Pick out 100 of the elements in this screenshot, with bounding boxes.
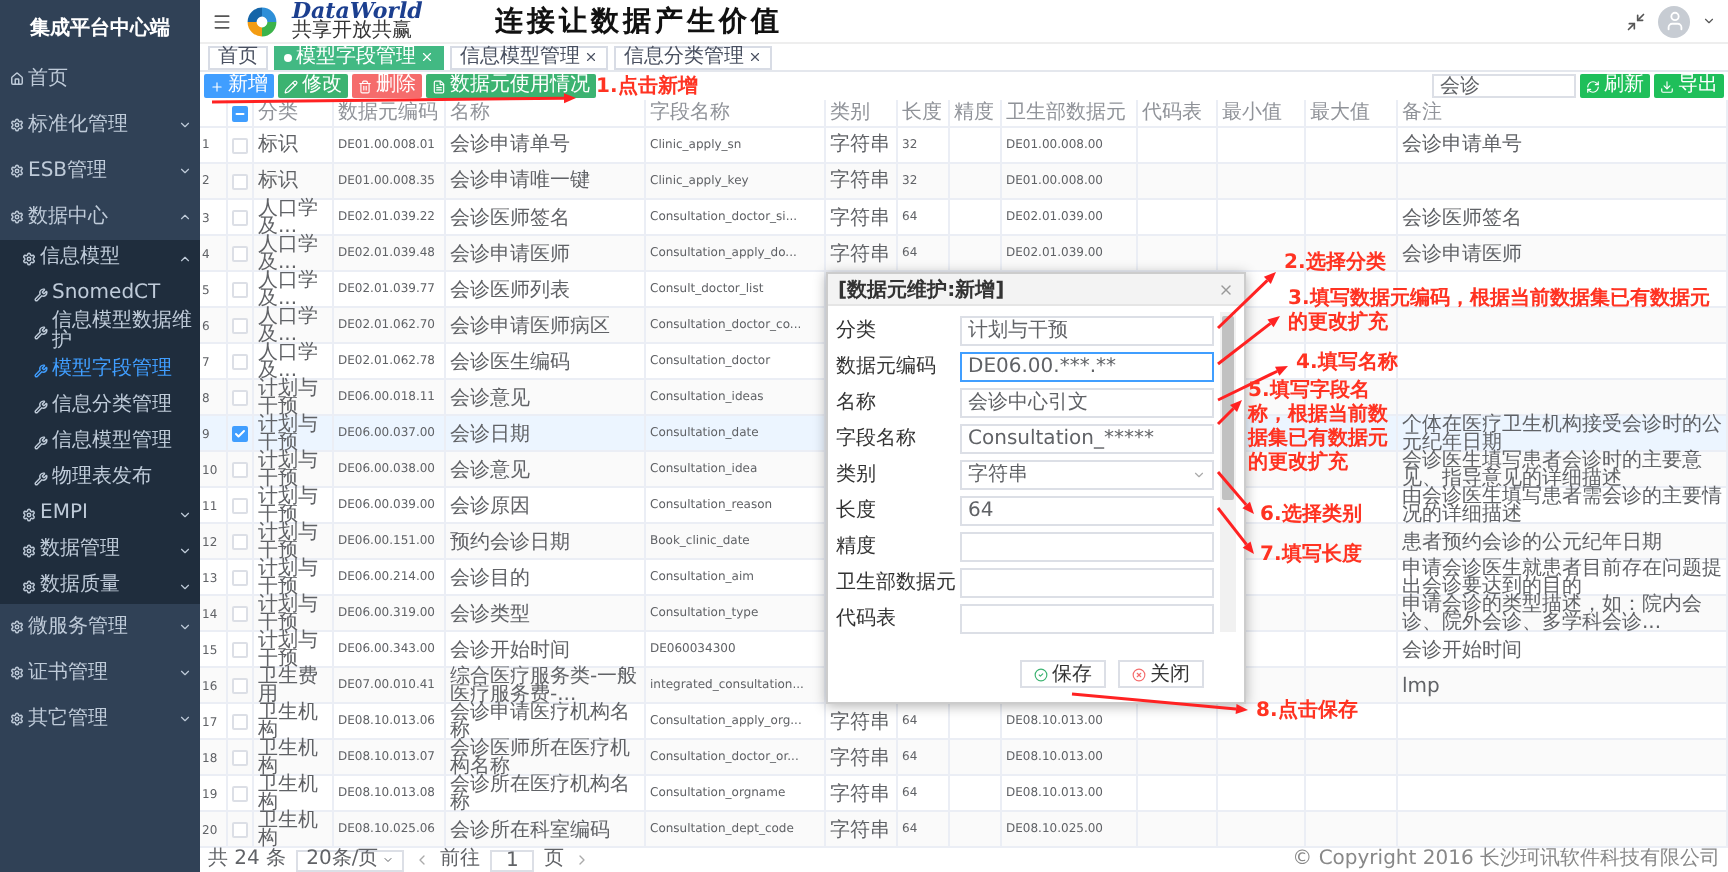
- arrow: [1216, 471, 1254, 514]
- refresh-icon: [1586, 79, 1600, 93]
- sidebar-item[interactable]: 信息分类管理: [0, 388, 200, 424]
- sidebar-item[interactable]: EMPI: [0, 496, 200, 532]
- sidebar-item[interactable]: 首页: [0, 56, 200, 102]
- close-button[interactable]: 关闭: [1118, 660, 1204, 688]
- table-cell: 字符串: [826, 128, 898, 162]
- goto-label: 前往: [440, 848, 481, 872]
- sidebar-item[interactable]: SnomedCT: [0, 276, 200, 312]
- total-count: 共 24 条: [208, 848, 287, 872]
- column-header: 最小值: [1218, 100, 1306, 126]
- close-icon[interactable]: [584, 50, 598, 64]
- gear-icon: [10, 164, 24, 178]
- sidebar-item[interactable]: 数据中心: [0, 194, 200, 240]
- field-label: 名称: [836, 390, 878, 416]
- field-label: 卫生部数据元: [836, 569, 958, 596]
- wrench-icon: [34, 399, 48, 413]
- minus-icon: [234, 107, 246, 119]
- sidebar-item[interactable]: ESB管理: [0, 148, 200, 194]
- field-label: 类别: [836, 461, 878, 488]
- avatar[interactable]: [1658, 5, 1690, 37]
- home-icon: [10, 72, 24, 86]
- save-button[interactable]: 保存: [1020, 660, 1106, 688]
- sidebar-item[interactable]: 标准化管理: [0, 102, 200, 148]
- sidebar-item[interactable]: 模型字段管理: [0, 352, 200, 388]
- field-label: 分类: [836, 317, 878, 344]
- table-cell: 标识: [254, 164, 334, 198]
- search-field[interactable]: 会诊: [1432, 74, 1576, 98]
- column-header: 分类: [254, 100, 334, 126]
- page-input[interactable]: 1: [490, 849, 535, 871]
- sidebar-title: 集成平台中心端: [28, 14, 172, 44]
- input-field[interactable]: 会诊中心引文: [960, 387, 1214, 417]
- column-header: 精度: [950, 100, 1002, 126]
- table-cell: 会诊申请单号: [1398, 128, 1728, 162]
- check-icon: [234, 428, 246, 440]
- sidebar-item[interactable]: 微服务管理: [0, 604, 200, 650]
- sidebar-item[interactable]: 证书管理: [0, 650, 200, 696]
- exit-fullscreen-icon[interactable]: [1626, 11, 1646, 31]
- chevron-down-icon: [1192, 467, 1206, 481]
- checkbox[interactable]: [232, 426, 248, 442]
- tab[interactable]: 信息模型管理: [450, 45, 608, 69]
- gear-icon: [22, 579, 36, 593]
- menu-icon[interactable]: [212, 11, 232, 31]
- sidebar-item[interactable]: 数据管理: [0, 532, 200, 568]
- sidebar-item[interactable]: 其它管理: [0, 696, 200, 742]
- sidebar-item[interactable]: 数据质量: [0, 568, 200, 604]
- column-header: 最大值: [1306, 100, 1398, 126]
- annotation: 2.选择分类: [1284, 252, 1386, 276]
- wrench-icon: [34, 471, 48, 485]
- input-field[interactable]: [960, 531, 1214, 561]
- pencil-icon: [284, 79, 298, 93]
- field-label: 字段名称: [836, 425, 918, 452]
- caret-icon[interactable]: [1702, 14, 1716, 28]
- field-label: 数据元编码: [836, 353, 938, 380]
- table-cell: 会诊所在科室编码: [446, 812, 646, 848]
- plus-icon: [210, 79, 224, 93]
- chevron-down-icon: [382, 854, 395, 866]
- arrow: [1216, 272, 1276, 330]
- column-header: 卫生部数据元: [1002, 100, 1138, 126]
- annotation: 5.填写字段名称，根据当前数据集已有数据元的更改扩充: [1248, 380, 1390, 476]
- annotation: 6.选择类别: [1260, 504, 1362, 528]
- select-all-checkbox[interactable]: [232, 105, 248, 121]
- sidebar-item[interactable]: 物理表发布: [0, 460, 200, 496]
- annotation: 1.点击新增: [596, 76, 698, 100]
- input-field[interactable]: 计划与干预: [960, 315, 1214, 345]
- table-cell: 会诊申请唯一键: [446, 164, 646, 198]
- sidebar-item[interactable]: 信息模型: [0, 240, 200, 276]
- download-icon: [1660, 79, 1674, 93]
- close-icon[interactable]: [748, 50, 762, 64]
- column-header: 字段名称: [646, 100, 826, 126]
- column-header: 数据元编码: [334, 100, 446, 126]
- scrollbar[interactable]: [1220, 312, 1236, 632]
- wrench-icon: [34, 435, 48, 449]
- column-header: 备注: [1398, 100, 1728, 126]
- slogan: 连接让数据产生价值: [494, 3, 785, 39]
- tab[interactable]: 信息分类管理: [614, 45, 772, 69]
- document-icon: [432, 79, 446, 93]
- input-field[interactable]: 64: [960, 495, 1214, 525]
- input-field[interactable]: [960, 603, 1214, 633]
- copyright: © Copyright 2016 长沙珂讯软件科技有限公司: [1292, 848, 1720, 872]
- gear-icon: [10, 620, 24, 634]
- table-cell: 会诊申请单号: [446, 128, 646, 162]
- sidebar-item[interactable]: 信息模型管理: [0, 424, 200, 460]
- input-field[interactable]: [960, 567, 1214, 597]
- sidebar-item[interactable]: 信息模型数据维护: [0, 312, 200, 352]
- column-header: 长度: [898, 100, 950, 126]
- select-field[interactable]: 字符串: [960, 459, 1214, 489]
- page-unit: 页: [544, 848, 565, 872]
- dialog-title: [数据元维护:新增]: [838, 276, 1007, 303]
- gear-icon: [10, 666, 24, 680]
- logo-icon: [244, 3, 280, 39]
- input-field[interactable]: Consultation_*****: [960, 423, 1214, 453]
- input-field[interactable]: DE06.00.***.**: [960, 351, 1214, 381]
- field-label: 长度: [836, 497, 878, 524]
- field-label: 精度: [836, 533, 878, 560]
- wrench-icon: [34, 325, 48, 339]
- page-size-select[interactable]: 20条/页: [296, 849, 405, 871]
- annotation: 4.填写名称: [1296, 352, 1398, 376]
- tab[interactable]: 首页: [208, 45, 268, 69]
- arrow: [1217, 316, 1280, 366]
